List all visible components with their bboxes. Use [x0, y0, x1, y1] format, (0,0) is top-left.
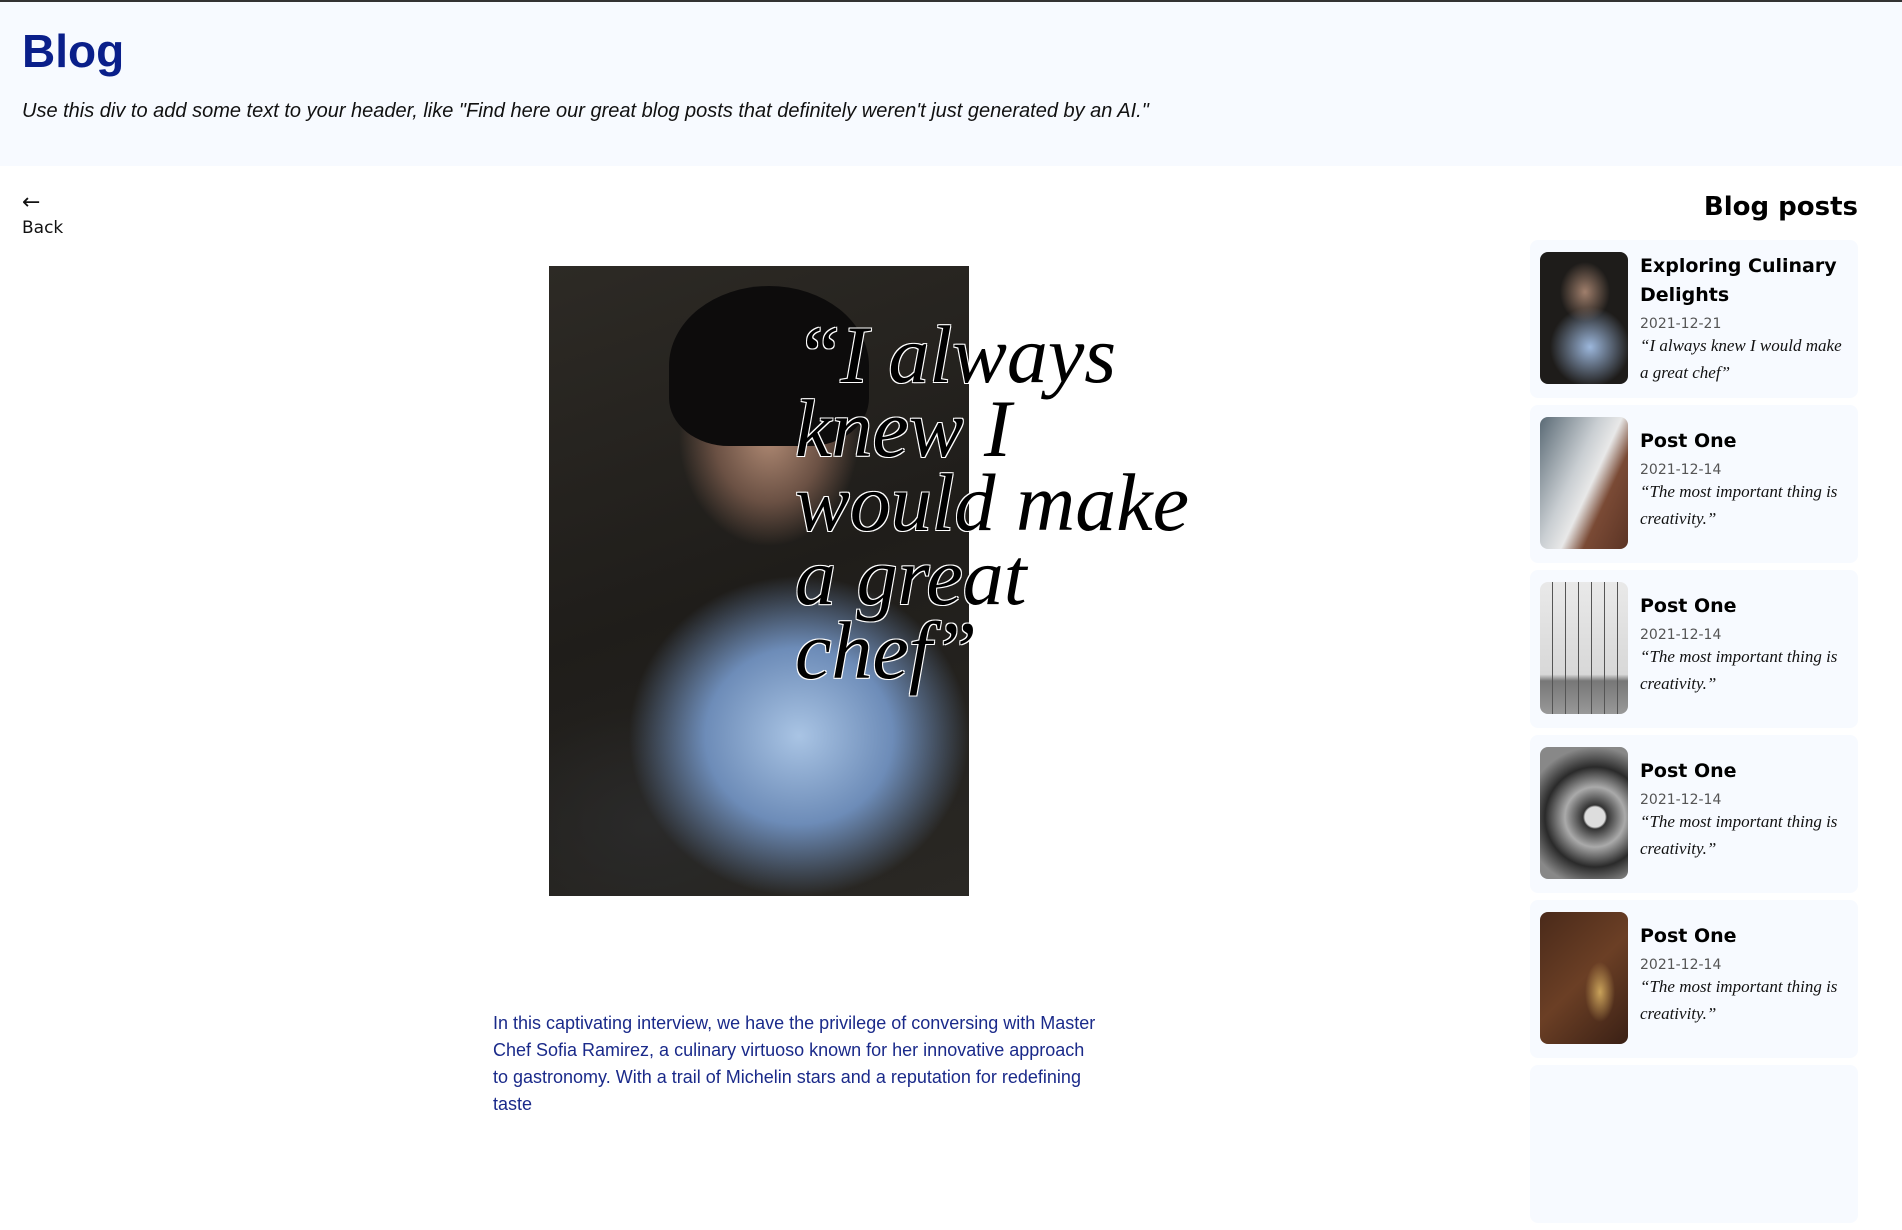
blog-post-card[interactable]: Exploring Culinary Delights 2021-12-21 “… [1530, 240, 1858, 398]
post-thumbnail [1540, 912, 1628, 1044]
hero-quote: “I always knew I would make a great chef… [795, 309, 1189, 696]
post-date: 2021-12-21 [1640, 316, 1722, 332]
post-quote: “I always knew I would make a great chef… [1640, 336, 1842, 382]
post-thumbnail [1540, 252, 1628, 384]
back-button[interactable]: ← Back [22, 190, 64, 239]
header-subtitle: Use this div to add some text to your he… [22, 100, 1149, 122]
post-thumbnail [1540, 747, 1628, 879]
article-body: In this captivating interview, we have t… [493, 1013, 1096, 1114]
post-title: Post One [1640, 595, 1737, 617]
page-header: Blog Use this div to add some text to yo… [0, 2, 1902, 166]
blog-post-list: Exploring Culinary Delights 2021-12-21 “… [1530, 240, 1858, 1230]
blog-post-card[interactable]: Post One 2021-12-14 “The most important … [1530, 735, 1858, 893]
post-quote: “The most important thing is creativity.… [1640, 482, 1838, 528]
post-thumbnail [1540, 582, 1628, 714]
sidebar-heading: Blog posts [1703, 192, 1858, 222]
post-quote: “The most important thing is creativity.… [1640, 647, 1838, 693]
blog-post-card[interactable]: Post One 2021-12-14 “The most important … [1530, 570, 1858, 728]
post-date: 2021-12-14 [1640, 627, 1722, 643]
post-title: Post One [1640, 925, 1737, 947]
post-date: 2021-12-14 [1640, 957, 1722, 973]
post-title: Post One [1640, 760, 1737, 782]
post-date: 2021-12-14 [1640, 792, 1722, 808]
post-title: Exploring Culinary Delights [1640, 255, 1837, 306]
blog-post-card[interactable]: Post One 2021-12-14 “The most important … [1530, 405, 1858, 563]
blog-post-card[interactable] [1530, 1065, 1858, 1223]
post-thumbnail [1540, 417, 1628, 549]
blog-post-card[interactable]: Post One 2021-12-14 “The most important … [1530, 900, 1858, 1058]
post-date: 2021-12-14 [1640, 462, 1722, 478]
post-title: Post One [1640, 430, 1737, 452]
post-quote: “The most important thing is creativity.… [1640, 977, 1838, 1023]
page-title: Blog [22, 25, 125, 77]
arrow-left-icon: ← [22, 190, 41, 215]
post-quote: “The most important thing is creativity.… [1640, 812, 1838, 858]
back-label: Back [22, 218, 64, 238]
